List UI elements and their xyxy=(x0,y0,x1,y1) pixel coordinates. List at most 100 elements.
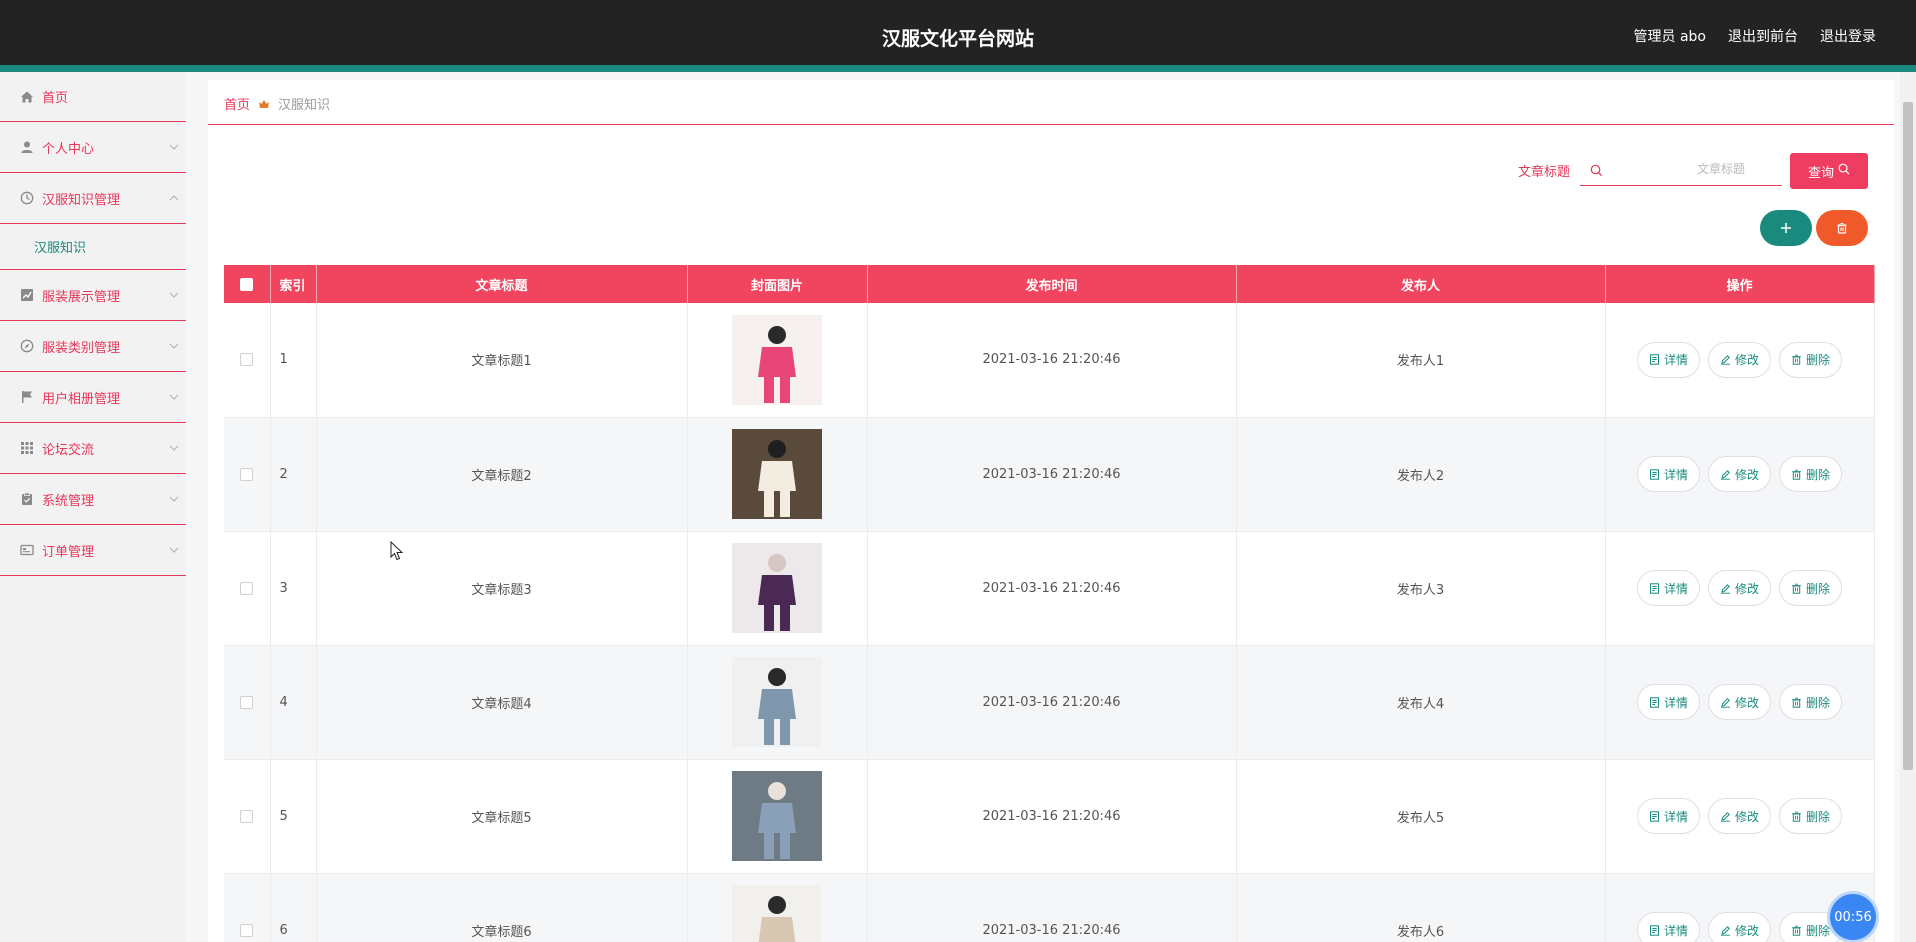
detail-button[interactable]: 详情 xyxy=(1636,798,1700,834)
detail-label: 详情 xyxy=(1663,353,1688,368)
sidebar-item-user-album-management[interactable]: 用户相册管理 xyxy=(0,372,186,423)
edit-button[interactable]: 修改 xyxy=(1707,341,1771,378)
column-header-ops: 操作 xyxy=(1605,265,1875,303)
batch-delete-button[interactable] xyxy=(1816,210,1868,246)
sidebar-item-label: 系统管理 xyxy=(42,493,95,509)
content-panel: 首页 汉服知识 文章标题 查询 xyxy=(208,80,1894,942)
trash-icon xyxy=(1792,355,1801,365)
row-checkbox[interactable] xyxy=(240,353,254,367)
row-index: 4 xyxy=(270,645,317,760)
edit-label: 修改 xyxy=(1734,809,1759,824)
timer-badge[interactable]: 00:56 xyxy=(1830,894,1876,940)
logout-link[interactable]: 退出登录 xyxy=(1820,26,1876,46)
cover-image[interactable] xyxy=(732,885,822,942)
sidebar: 首页 个人中心 汉服知识管理 汉服知识 服装展示管理 服装类别管理 用户相册管理… xyxy=(0,72,186,942)
edit-button[interactable]: 修改 xyxy=(1707,912,1771,942)
sidebar-item-label: 服装展示管理 xyxy=(42,289,121,305)
cover-image[interactable] xyxy=(732,771,822,861)
table-row: 3 文章标题3 2021-03-16 21:20:46 发布人3 详情 修改 删除 xyxy=(224,531,1875,646)
detail-label: 详情 xyxy=(1663,809,1688,824)
column-header-cover: 封面图片 xyxy=(687,265,868,303)
table-row: 4 文章标题4 2021-03-16 21:20:46 发布人4 详情 修改 删除 xyxy=(224,645,1875,760)
exit-to-front-link[interactable]: 退出到前台 xyxy=(1728,26,1798,46)
row-cover xyxy=(687,531,868,646)
row-author: 发布人6 xyxy=(1236,873,1606,942)
edit-label: 修改 xyxy=(1734,695,1759,710)
row-select-cell xyxy=(224,303,271,418)
sidebar-item-system-management[interactable]: 系统管理 xyxy=(0,474,186,525)
add-button[interactable] xyxy=(1760,210,1812,246)
edit-button[interactable]: 修改 xyxy=(1707,456,1771,492)
table-row: 1 文章标题1 2021-03-16 21:20:46 发布人1 详情 修改 删除 xyxy=(224,303,1875,418)
query-button[interactable]: 查询 xyxy=(1790,153,1868,189)
cover-image[interactable] xyxy=(732,429,822,519)
row-checkbox[interactable] xyxy=(240,923,254,937)
pencil-icon xyxy=(1720,697,1730,708)
detail-button[interactable]: 详情 xyxy=(1636,570,1700,606)
breadcrumb-home[interactable]: 首页 xyxy=(224,94,250,113)
delete-label: 删除 xyxy=(1806,581,1831,596)
main-content: 首页 汉服知识 文章标题 查询 xyxy=(186,72,1900,942)
row-select-cell xyxy=(224,645,271,760)
delete-button[interactable]: 删除 xyxy=(1779,570,1843,606)
knowledge-table: 索引 文章标题 封面图片 发布时间 发布人 操作 1 文章标题1 2021-03-1… xyxy=(224,265,1875,942)
edit-button[interactable]: 修改 xyxy=(1707,684,1771,720)
trash-icon xyxy=(1792,469,1801,480)
detail-button[interactable]: 详情 xyxy=(1636,456,1700,492)
sidebar-item-label: 论坛交流 xyxy=(42,442,95,458)
sidebar-item-clothing-display-management[interactable]: 服装展示管理 xyxy=(0,270,186,321)
column-header-index: 索引 xyxy=(270,265,317,303)
column-header-time: 发布时间 xyxy=(867,265,1237,303)
row-ops: 详情 修改 删除 xyxy=(1605,759,1875,874)
document-icon xyxy=(1649,924,1659,936)
header-accent-bar xyxy=(0,65,1916,72)
edit-button[interactable]: 修改 xyxy=(1707,570,1771,606)
vertical-scrollbar[interactable] xyxy=(1900,72,1916,942)
sidebar-item-clothing-category-management[interactable]: 服装类别管理 xyxy=(0,321,186,372)
row-title: 文章标题3 xyxy=(316,531,688,646)
row-checkbox[interactable] xyxy=(240,581,254,595)
chevron-down-icon xyxy=(168,544,180,556)
document-icon xyxy=(1649,810,1659,822)
query-button-label: 查询 xyxy=(1807,165,1834,181)
chevron-down-icon xyxy=(168,442,180,454)
row-checkbox[interactable] xyxy=(240,695,254,709)
trash-icon xyxy=(1792,811,1801,822)
search-input[interactable] xyxy=(1603,161,1773,176)
delete-button[interactable]: 删除 xyxy=(1779,341,1843,378)
document-icon xyxy=(1649,696,1659,708)
row-time: 2021-03-16 21:20:46 xyxy=(867,531,1237,646)
row-time: 2021-03-16 21:20:46 xyxy=(867,645,1237,760)
cover-image[interactable] xyxy=(732,543,822,633)
chart-icon xyxy=(20,288,34,302)
clipboard-icon xyxy=(20,492,34,506)
sidebar-item-home[interactable]: 首页 xyxy=(0,72,186,122)
sidebar-item-label: 订单管理 xyxy=(42,544,95,560)
row-cover xyxy=(687,645,868,760)
delete-label: 删除 xyxy=(1806,467,1831,482)
sidebar-item-personal-center[interactable]: 个人中心 xyxy=(0,122,186,173)
column-header-author: 发布人 xyxy=(1236,265,1606,303)
detail-label: 详情 xyxy=(1663,467,1688,482)
detail-button[interactable]: 详情 xyxy=(1636,912,1700,942)
row-checkbox[interactable] xyxy=(240,467,254,481)
cover-image[interactable] xyxy=(732,657,822,747)
detail-button[interactable]: 详情 xyxy=(1636,684,1700,720)
sidebar-item-order-management[interactable]: 订单管理 xyxy=(0,525,186,576)
detail-button[interactable]: 详情 xyxy=(1636,341,1700,378)
row-checkbox[interactable] xyxy=(240,809,254,823)
delete-label: 删除 xyxy=(1806,695,1831,710)
row-cover xyxy=(687,417,868,532)
sidebar-subitem-hanfu-knowledge[interactable]: 汉服知识 xyxy=(0,224,186,270)
delete-button[interactable]: 删除 xyxy=(1779,456,1843,492)
select-all-checkbox[interactable] xyxy=(240,277,254,291)
sidebar-item-hanfu-knowledge-management[interactable]: 汉服知识管理 xyxy=(0,173,186,224)
cover-image[interactable] xyxy=(732,314,822,405)
delete-button[interactable]: 删除 xyxy=(1779,684,1843,720)
edit-button[interactable]: 修改 xyxy=(1707,798,1771,834)
delete-button[interactable]: 删除 xyxy=(1779,798,1843,834)
sidebar-item-forum[interactable]: 论坛交流 xyxy=(0,423,186,474)
row-index: 1 xyxy=(270,303,317,418)
scrollbar-thumb[interactable] xyxy=(1903,102,1913,770)
clock-icon xyxy=(20,191,34,205)
